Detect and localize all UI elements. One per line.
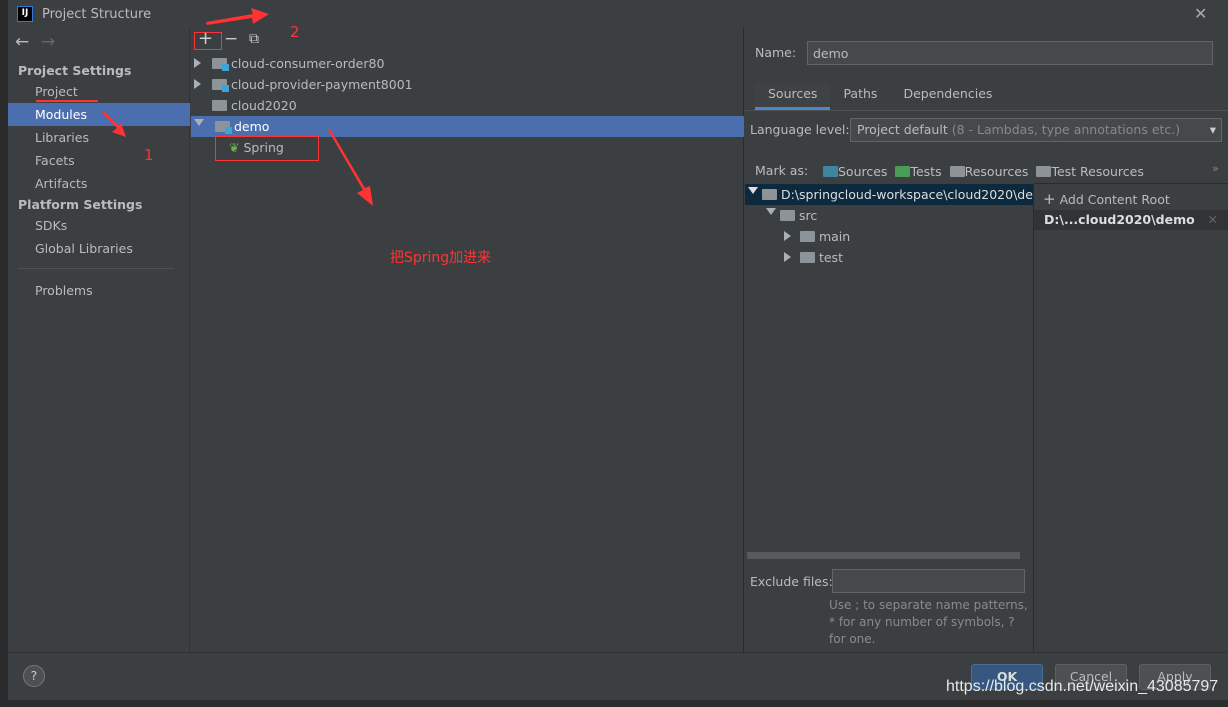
exclude-files-label: Exclude files:	[750, 574, 833, 589]
horizontal-scrollbar[interactable]	[747, 552, 1020, 559]
tree-row-test[interactable]: test	[745, 247, 1033, 268]
language-level-label: Language level:	[750, 122, 850, 137]
modules-panel: + − ⧉ cloud-consumer-order80 cloud-provi…	[102, 8, 744, 652]
annotation-number-2: 2	[290, 23, 300, 41]
more-icon[interactable]: »	[1212, 162, 1219, 175]
help-button[interactable]: ?	[23, 665, 45, 687]
tab-dependencies[interactable]: Dependencies	[890, 83, 1005, 110]
mark-tests-button[interactable]: Tests	[895, 164, 942, 179]
divider	[1033, 184, 1034, 652]
selected-value: Project default	[857, 122, 948, 137]
section-platform-settings: Platform Settings	[18, 197, 143, 212]
back-button[interactable]: ←	[15, 32, 29, 52]
annotation-number-1: 1	[144, 146, 154, 164]
tree-row-main[interactable]: main	[745, 226, 1033, 247]
mark-resources-button[interactable]: Resources	[949, 164, 1028, 179]
tabs: Sources Paths Dependencies	[755, 83, 1005, 110]
chevron-down-icon: ▾	[1209, 122, 1216, 137]
name-label: Name:	[755, 45, 797, 60]
divider	[745, 110, 1228, 111]
mark-as-buttons: Sources Tests Resources Test Resources	[823, 164, 1144, 179]
tab-sources[interactable]: Sources	[755, 83, 831, 110]
exclude-hint: Use ; to separate name patterns, * for an…	[829, 598, 1028, 646]
content-root-item[interactable]: D:\...cloud2020\demo ✕	[1034, 210, 1228, 230]
sidebar-item-artifacts[interactable]: Artifacts	[8, 172, 190, 195]
mark-sources-button[interactable]: Sources	[823, 164, 887, 179]
sidebar-item-facets[interactable]: Facets	[8, 149, 190, 172]
tab-paths[interactable]: Paths	[830, 83, 890, 110]
divider	[18, 268, 174, 269]
exclude-files-input[interactable]	[832, 569, 1025, 593]
mark-test-resources-button[interactable]: Test Resources	[1036, 164, 1144, 179]
section-project-settings: Project Settings	[18, 63, 132, 78]
mark-as-label: Mark as:	[755, 163, 809, 178]
content-root-row[interactable]: D:\springcloud-workspace\cloud2020\dem	[745, 184, 1033, 205]
divider	[8, 652, 1228, 653]
divider	[1034, 183, 1228, 184]
annotation-arrows	[206, 8, 373, 206]
sidebar-item-global-libraries[interactable]: Global Libraries	[8, 237, 190, 260]
add-content-root-button[interactable]: + Add Content Root	[1043, 190, 1170, 208]
intellij-logo-icon: IJ	[17, 6, 33, 22]
name-input[interactable]	[807, 41, 1213, 65]
plus-icon: +	[1043, 190, 1056, 208]
window-title: Project Structure	[42, 7, 152, 22]
remove-root-icon[interactable]: ✕	[1208, 212, 1218, 227]
module-details-panel: Name: Sources Paths Dependencies Languag…	[745, 28, 1228, 652]
hint: (8 - Lambdas, type annotations etc.)	[951, 122, 1181, 137]
annotation-underline	[36, 100, 98, 102]
content-tree: D:\springcloud-workspace\cloud2020\dem s…	[745, 184, 1033, 548]
forward-button[interactable]: →	[41, 32, 55, 52]
tree-row-src[interactable]: src	[745, 205, 1033, 226]
watermark: https://blog.csdn.net/weixin_43085797	[946, 678, 1219, 695]
language-level-select[interactable]: Project default (8 - Lambdas, type annot…	[850, 118, 1222, 142]
sidebar-item-problems[interactable]: Problems	[8, 279, 190, 302]
annotation-note: 把Spring加进来	[390, 250, 492, 266]
annotation-arrow-1	[102, 111, 126, 137]
close-button[interactable]: ✕	[1194, 4, 1207, 23]
sidebar-item-sdks[interactable]: SDKs	[8, 214, 190, 237]
